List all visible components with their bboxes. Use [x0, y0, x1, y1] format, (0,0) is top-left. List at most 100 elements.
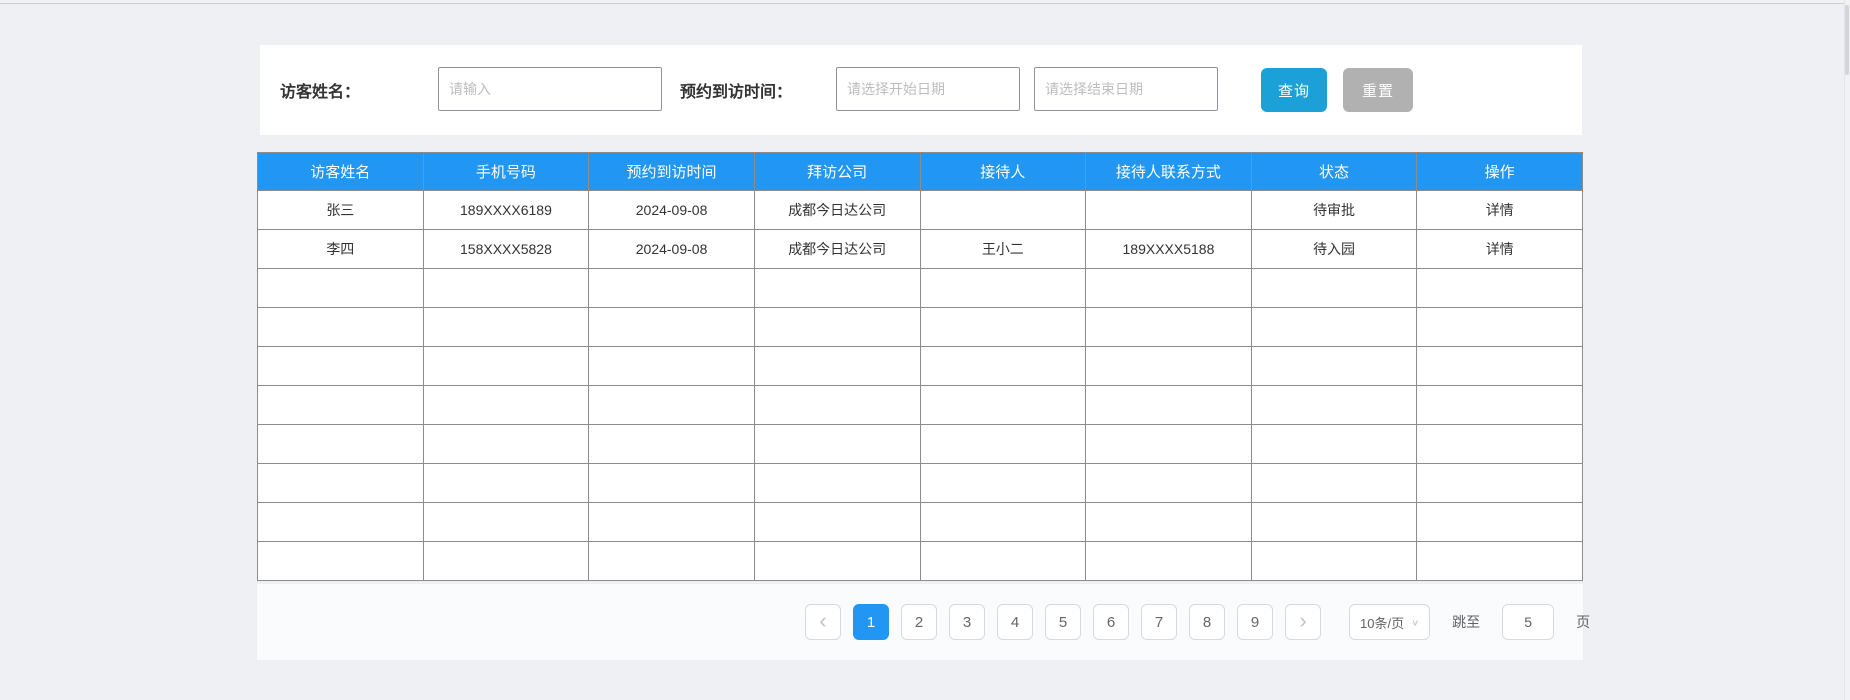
column-header-company: 拜访公司 [754, 153, 920, 191]
cell-phone: 189XXXX6189 [423, 191, 589, 230]
next-page-button[interactable]: › [1285, 604, 1321, 640]
cell-company: 成都今日达公司 [754, 191, 920, 230]
table-row: 李四158XXXX58282024-09-08成都今日达公司王小二189XXXX… [258, 230, 1583, 269]
cell-receptionist-contact [1086, 191, 1252, 230]
reset-button[interactable]: 重置 [1343, 68, 1413, 112]
cell-action: 详情 [1417, 191, 1583, 230]
cell-visitor-name: 张三 [258, 191, 424, 230]
cell-visitor-name: 李四 [258, 230, 424, 269]
empty-cell-phone [423, 269, 589, 308]
jump-page-input[interactable] [1502, 604, 1554, 640]
empty-cell-status [1251, 542, 1417, 581]
jump-page-suffix: 页 [1576, 612, 1590, 632]
empty-cell-action [1417, 386, 1583, 425]
empty-cell-action [1417, 425, 1583, 464]
column-header-receptionist-contact: 接待人联系方式 [1086, 153, 1252, 191]
empty-table-row [258, 308, 1583, 347]
page-size-select[interactable]: 10条/页 ∨ [1349, 604, 1430, 640]
empty-cell-visitor-name [258, 542, 424, 581]
page-button-3[interactable]: 3 [949, 604, 985, 640]
empty-cell-company [754, 269, 920, 308]
detail-link[interactable]: 详情 [1486, 241, 1514, 257]
visitor-table-head: 访客姓名手机号码预约到访时间拜访公司接待人接待人联系方式状态操作 [258, 153, 1583, 191]
detail-link[interactable]: 详情 [1486, 202, 1514, 218]
empty-cell-company [754, 347, 920, 386]
empty-cell-company [754, 386, 920, 425]
empty-cell-action [1417, 503, 1583, 542]
prev-page-button[interactable]: ‹ [805, 604, 841, 640]
page-button-4[interactable]: 4 [997, 604, 1033, 640]
visitor-name-input[interactable] [438, 67, 662, 111]
chevron-down-icon: ∨ [1411, 617, 1419, 627]
cell-receptionist [920, 191, 1086, 230]
empty-cell-company [754, 542, 920, 581]
empty-cell-receptionist-contact [1086, 386, 1252, 425]
empty-cell-receptionist [920, 308, 1086, 347]
empty-cell-receptionist-contact [1086, 425, 1252, 464]
cell-status: 待审批 [1251, 191, 1417, 230]
empty-cell-action [1417, 269, 1583, 308]
empty-cell-visit-time [589, 464, 755, 503]
visitor-table: 访客姓名手机号码预约到访时间拜访公司接待人接待人联系方式状态操作 张三189XX… [257, 152, 1583, 581]
empty-cell-receptionist-contact [1086, 542, 1252, 581]
page-button-6[interactable]: 6 [1093, 604, 1129, 640]
empty-cell-visit-time [589, 347, 755, 386]
jump-to-label: 跳至 [1452, 612, 1480, 632]
empty-cell-visitor-name [258, 308, 424, 347]
empty-table-row [258, 464, 1583, 503]
empty-cell-visitor-name [258, 269, 424, 308]
empty-cell-status [1251, 386, 1417, 425]
empty-cell-phone [423, 308, 589, 347]
empty-cell-visit-time [589, 308, 755, 347]
page-button-1[interactable]: 1 [853, 604, 889, 640]
empty-cell-visit-time [589, 425, 755, 464]
empty-cell-visitor-name [258, 386, 424, 425]
empty-cell-phone [423, 425, 589, 464]
cell-visit-time: 2024-09-08 [589, 230, 755, 269]
search-panel: 访客姓名： 预约到访时间： 查询 重置 [260, 45, 1582, 135]
browser-top-edge [0, 0, 1850, 4]
empty-cell-action [1417, 347, 1583, 386]
page-button-8[interactable]: 8 [1189, 604, 1225, 640]
empty-cell-receptionist [920, 542, 1086, 581]
page-button-7[interactable]: 7 [1141, 604, 1177, 640]
empty-cell-receptionist-contact [1086, 308, 1252, 347]
cell-receptionist: 王小二 [920, 230, 1086, 269]
empty-cell-visit-time [589, 503, 755, 542]
empty-table-row [258, 386, 1583, 425]
page-button-9[interactable]: 9 [1237, 604, 1273, 640]
cell-company: 成都今日达公司 [754, 230, 920, 269]
column-header-visit-time: 预约到访时间 [589, 153, 755, 191]
end-date-input[interactable] [1034, 67, 1218, 111]
empty-cell-status [1251, 347, 1417, 386]
empty-cell-receptionist [920, 386, 1086, 425]
empty-cell-receptionist [920, 269, 1086, 308]
empty-cell-action [1417, 542, 1583, 581]
empty-cell-receptionist-contact [1086, 269, 1252, 308]
start-date-input[interactable] [836, 67, 1020, 111]
visit-time-label: 预约到访时间： [680, 78, 792, 102]
empty-cell-receptionist [920, 464, 1086, 503]
empty-cell-phone [423, 347, 589, 386]
table-row: 张三189XXXX61892024-09-08成都今日达公司待审批详情 [258, 191, 1583, 230]
empty-cell-company [754, 308, 920, 347]
empty-cell-phone [423, 503, 589, 542]
empty-cell-phone [423, 386, 589, 425]
empty-cell-receptionist [920, 503, 1086, 542]
empty-cell-status [1251, 269, 1417, 308]
visitor-name-label: 访客姓名： [280, 78, 360, 102]
empty-cell-visitor-name [258, 503, 424, 542]
empty-cell-receptionist [920, 425, 1086, 464]
page-buttons: 123456789 [853, 604, 1273, 640]
page-button-2[interactable]: 2 [901, 604, 937, 640]
empty-cell-status [1251, 308, 1417, 347]
query-button[interactable]: 查询 [1261, 68, 1327, 112]
column-header-receptionist: 接待人 [920, 153, 1086, 191]
column-header-status: 状态 [1251, 153, 1417, 191]
scrollbar-thumb[interactable] [1845, 5, 1849, 75]
scrollbar[interactable] [1844, 0, 1850, 700]
page-button-5[interactable]: 5 [1045, 604, 1081, 640]
empty-cell-status [1251, 503, 1417, 542]
empty-cell-company [754, 464, 920, 503]
empty-cell-action [1417, 308, 1583, 347]
